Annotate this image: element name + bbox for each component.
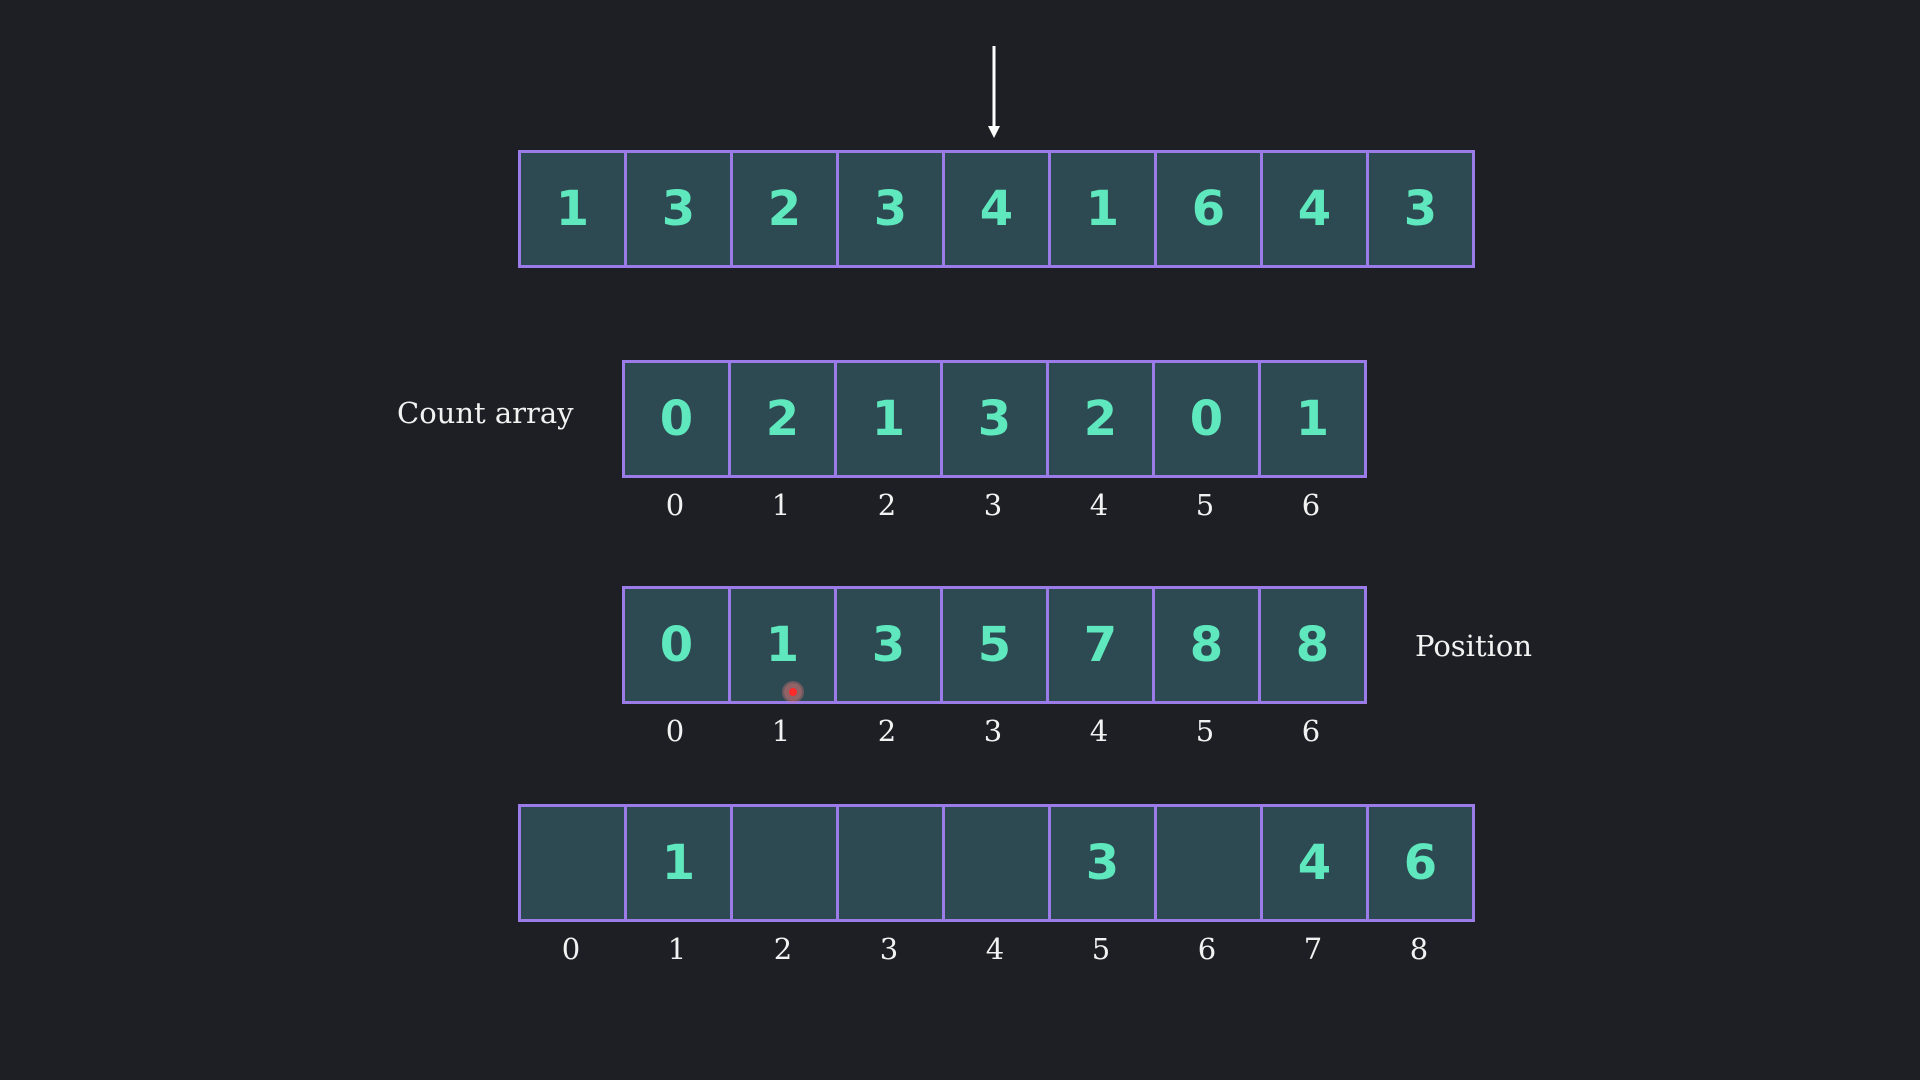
index-label: 3 (879, 932, 899, 966)
count-array-indices: 0 1 2 3 4 5 6 (622, 488, 1364, 522)
input-cell: 4 (942, 150, 1051, 268)
index-label: 2 (877, 714, 897, 748)
output-cell: 4 (1260, 804, 1369, 922)
output-cell (1154, 804, 1263, 922)
index-label: 4 (985, 932, 1005, 966)
index-label: 0 (665, 488, 685, 522)
count-array-label: Count array (397, 396, 574, 430)
index-label: 2 (773, 932, 793, 966)
position-label: Position (1415, 629, 1533, 663)
output-cell: 3 (1048, 804, 1157, 922)
output-cell (518, 804, 627, 922)
index-label: 5 (1091, 932, 1111, 966)
count-cell: 3 (940, 360, 1049, 478)
output-cell: 1 (624, 804, 733, 922)
index-label: 1 (771, 488, 791, 522)
input-cell: 1 (1048, 150, 1157, 268)
index-label: 2 (877, 488, 897, 522)
index-label: 7 (1303, 932, 1323, 966)
output-cell: 6 (1366, 804, 1475, 922)
index-label: 5 (1195, 488, 1215, 522)
output-array-indices: 0 1 2 3 4 5 6 7 8 (518, 932, 1472, 966)
position-cell: 7 (1046, 586, 1155, 704)
counting-sort-diagram: 1 3 2 3 4 1 6 4 3 Count array 0 2 1 3 2 … (0, 0, 1920, 1080)
input-cell: 1 (518, 150, 627, 268)
output-array: 1 3 4 6 (518, 804, 1475, 922)
position-array-indices: 0 1 2 3 4 5 6 (622, 714, 1364, 748)
count-array: 0 2 1 3 2 0 1 (622, 360, 1367, 478)
index-label: 3 (983, 488, 1003, 522)
count-cell: 0 (622, 360, 731, 478)
input-cell: 3 (1366, 150, 1475, 268)
index-label: 1 (771, 714, 791, 748)
pointer-arrow-icon (988, 46, 1000, 138)
output-cell (730, 804, 839, 922)
count-cell: 2 (1046, 360, 1155, 478)
index-label: 6 (1301, 488, 1321, 522)
position-cell: 3 (834, 586, 943, 704)
mouse-cursor-indicator (784, 683, 802, 701)
input-cell: 3 (624, 150, 733, 268)
count-cell: 0 (1152, 360, 1261, 478)
input-cell: 6 (1154, 150, 1263, 268)
position-cell: 0 (622, 586, 731, 704)
position-cell: 8 (1258, 586, 1367, 704)
count-cell: 2 (728, 360, 837, 478)
position-cell: 1 (728, 586, 837, 704)
index-label: 1 (667, 932, 687, 966)
index-label: 8 (1409, 932, 1429, 966)
count-cell: 1 (1258, 360, 1367, 478)
output-cell (942, 804, 1051, 922)
input-cell: 2 (730, 150, 839, 268)
index-label: 6 (1301, 714, 1321, 748)
output-cell (836, 804, 945, 922)
position-array: 0 1 3 5 7 8 8 (622, 586, 1367, 704)
index-label: 3 (983, 714, 1003, 748)
count-cell: 1 (834, 360, 943, 478)
index-label: 6 (1197, 932, 1217, 966)
index-label: 4 (1089, 714, 1109, 748)
input-array: 1 3 2 3 4 1 6 4 3 (518, 150, 1475, 268)
position-cell: 5 (940, 586, 1049, 704)
index-label: 4 (1089, 488, 1109, 522)
index-label: 0 (561, 932, 581, 966)
input-cell: 4 (1260, 150, 1369, 268)
input-cell: 3 (836, 150, 945, 268)
index-label: 0 (665, 714, 685, 748)
index-label: 5 (1195, 714, 1215, 748)
position-cell: 8 (1152, 586, 1261, 704)
